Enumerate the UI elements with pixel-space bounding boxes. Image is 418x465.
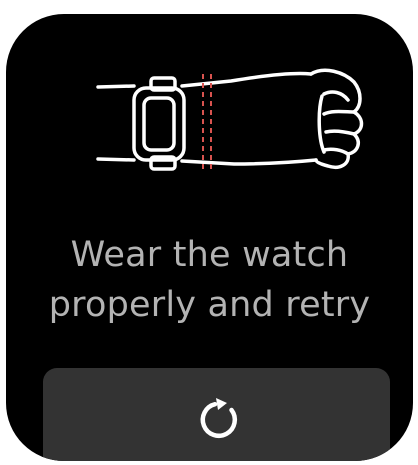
retry-button[interactable] — [43, 368, 390, 461]
wrist-with-watch-icon — [96, 68, 364, 172]
instruction-line-2: properly and retry — [48, 285, 371, 325]
watch-screen: Wear the watch properly and retry — [6, 14, 413, 461]
instruction-line-1: Wear the watch — [70, 235, 349, 275]
instruction-message: Wear the watch properly and retry — [6, 230, 413, 330]
refresh-icon — [200, 398, 238, 438]
